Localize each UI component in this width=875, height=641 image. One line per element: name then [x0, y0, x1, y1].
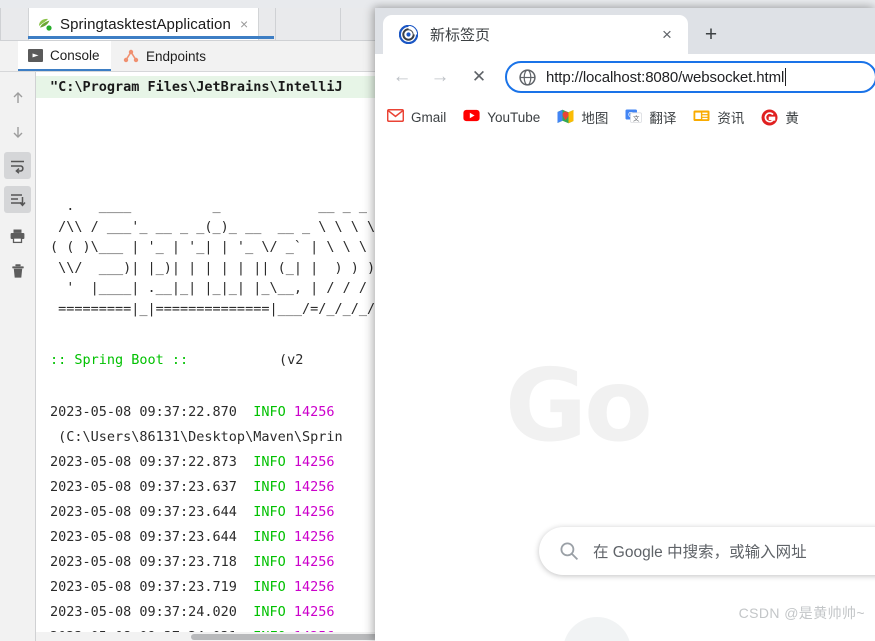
- spring-boot-ascii-banner: . ____ _ __ _ _ /\\ / ___'_ __ _ _(_)_ _…: [50, 198, 391, 317]
- new-tab-button[interactable]: +: [697, 21, 725, 49]
- bookmark-label: 黄: [785, 111, 799, 126]
- bookmark-news[interactable]: 资讯: [693, 107, 744, 127]
- console-icon: ►: [28, 48, 43, 62]
- bookmark-label: YouTube: [487, 109, 541, 125]
- log-timestamp: 2023-05-08 09:37:23.719: [50, 579, 237, 595]
- tab-divider: [340, 8, 341, 40]
- stop-loading-button[interactable]: ✕: [465, 63, 493, 91]
- new-tab-page: Go 在 Google 中搜索，或输入网址: [375, 134, 875, 641]
- chrome-spiral-icon: [398, 24, 419, 45]
- log-pid: 14256: [285, 529, 335, 545]
- log-timestamp: 2023-05-08 09:37:24.020: [50, 604, 237, 620]
- chrome-tab-strip: 新标签页 × +: [375, 8, 875, 54]
- log-level: INFO: [236, 404, 286, 420]
- bookmark-label: 翻译: [649, 111, 677, 126]
- maps-icon: [557, 109, 574, 126]
- scroll-to-end-button[interactable]: [4, 186, 31, 213]
- svg-text:文: 文: [633, 113, 640, 122]
- bookmark-label: Gmail: [411, 109, 447, 125]
- log-level: INFO: [236, 604, 286, 620]
- tab-divider: [275, 8, 276, 40]
- console-toolbar: [0, 72, 36, 641]
- spring-boot-label: :: Spring Boot ::: [50, 352, 189, 368]
- log-level: INFO: [236, 454, 286, 470]
- back-button[interactable]: ←: [388, 63, 416, 91]
- log-timestamp: 2023-05-08 09:37:22.870: [50, 404, 237, 420]
- log-pid: 14256: [285, 604, 335, 620]
- youtube-icon: [463, 109, 480, 126]
- search-placeholder: 在 Google 中搜索，或输入网址: [593, 544, 807, 561]
- bookmark-gmail[interactable]: Gmail: [387, 108, 447, 126]
- ide-tab-active-underline: [28, 36, 274, 39]
- log-level: INFO: [236, 554, 286, 570]
- log-timestamp: 2023-05-08 09:37:23.718: [50, 554, 237, 570]
- globe-icon: [519, 68, 536, 86]
- shortcut-tile[interactable]: [563, 617, 631, 641]
- bookmark-maps[interactable]: 地图: [557, 107, 608, 127]
- endpoints-icon: [123, 49, 139, 63]
- bookmark-label: 地图: [581, 111, 609, 126]
- google-logo: Go: [505, 347, 653, 464]
- log-timestamp: 2023-05-08 09:37:23.644: [50, 504, 237, 520]
- tab-divider: [0, 8, 1, 40]
- scrollbar-thumb[interactable]: [191, 634, 391, 640]
- log-timestamp: 2023-05-08 09:37:22.873: [50, 454, 237, 470]
- trash-icon[interactable]: [4, 257, 31, 284]
- log-level: INFO: [236, 579, 286, 595]
- log-pid: 14256: [285, 579, 335, 595]
- log-pid: 14256: [285, 404, 335, 420]
- search-box[interactable]: 在 Google 中搜索，或输入网址: [539, 527, 875, 575]
- news-icon: [693, 109, 710, 126]
- screen: SpringtasktestApplication × ► Console En…: [0, 0, 875, 641]
- csdn-watermark: CSDN @是黄帅帅~: [738, 605, 865, 621]
- close-icon[interactable]: ×: [240, 17, 248, 31]
- log-pid: 14256: [285, 504, 335, 520]
- print-button[interactable]: [4, 222, 31, 249]
- g-red-icon: [761, 109, 778, 126]
- bookmark-translate[interactable]: G 文 翻译: [625, 107, 676, 127]
- address-bar-text: http://localhost:8080/websocket.html: [546, 68, 785, 86]
- log-pid: 14256: [285, 454, 335, 470]
- spring-boot-version: (v2: [279, 352, 304, 368]
- log-timestamp: 2023-05-08 09:37:23.637: [50, 479, 237, 495]
- bookmark-youtube[interactable]: YouTube: [463, 109, 540, 126]
- ide-tab-title: SpringtasktestApplication: [60, 15, 231, 33]
- log-pid: 14256: [285, 479, 335, 495]
- address-bar[interactable]: http://localhost:8080/websocket.html: [505, 61, 875, 93]
- gmail-icon: [387, 108, 404, 126]
- forward-button[interactable]: →: [426, 63, 454, 91]
- log-level: INFO: [236, 504, 286, 520]
- log-level: INFO: [236, 529, 286, 545]
- tab-endpoints-label: Endpoints: [146, 48, 207, 64]
- chrome-browser-window: 新标签页 × + ← → ✕ http://localhost:8080/web…: [375, 8, 875, 641]
- browser-tab[interactable]: 新标签页 ×: [383, 15, 688, 54]
- soft-wrap-button[interactable]: [4, 152, 31, 179]
- tab-endpoints[interactable]: Endpoints: [113, 41, 218, 71]
- scroll-up-button[interactable]: [4, 84, 31, 111]
- tab-console-label: Console: [50, 47, 100, 63]
- text-cursor: [785, 68, 787, 86]
- search-icon: [559, 541, 579, 561]
- bookmark-g-red[interactable]: 黄: [761, 107, 799, 127]
- log-timestamp: 2023-05-08 09:37:23.644: [50, 529, 237, 545]
- translate-icon: G 文: [625, 109, 643, 126]
- tab-console[interactable]: ► Console: [18, 41, 111, 71]
- bookmarks-bar: Gmail YouTube 地图 文 翻译 资讯 黄: [375, 100, 875, 134]
- chrome-toolbar: ← → ✕ http://localhost:8080/websocket.ht…: [375, 54, 875, 100]
- log-pid: 14256: [285, 554, 335, 570]
- log-level: INFO: [236, 479, 286, 495]
- scroll-down-button[interactable]: [4, 118, 31, 145]
- browser-tab-title: 新标签页: [430, 27, 491, 44]
- close-icon[interactable]: ×: [656, 24, 678, 46]
- bookmark-label: 资讯: [717, 111, 745, 126]
- spring-leaf-icon: [37, 16, 53, 32]
